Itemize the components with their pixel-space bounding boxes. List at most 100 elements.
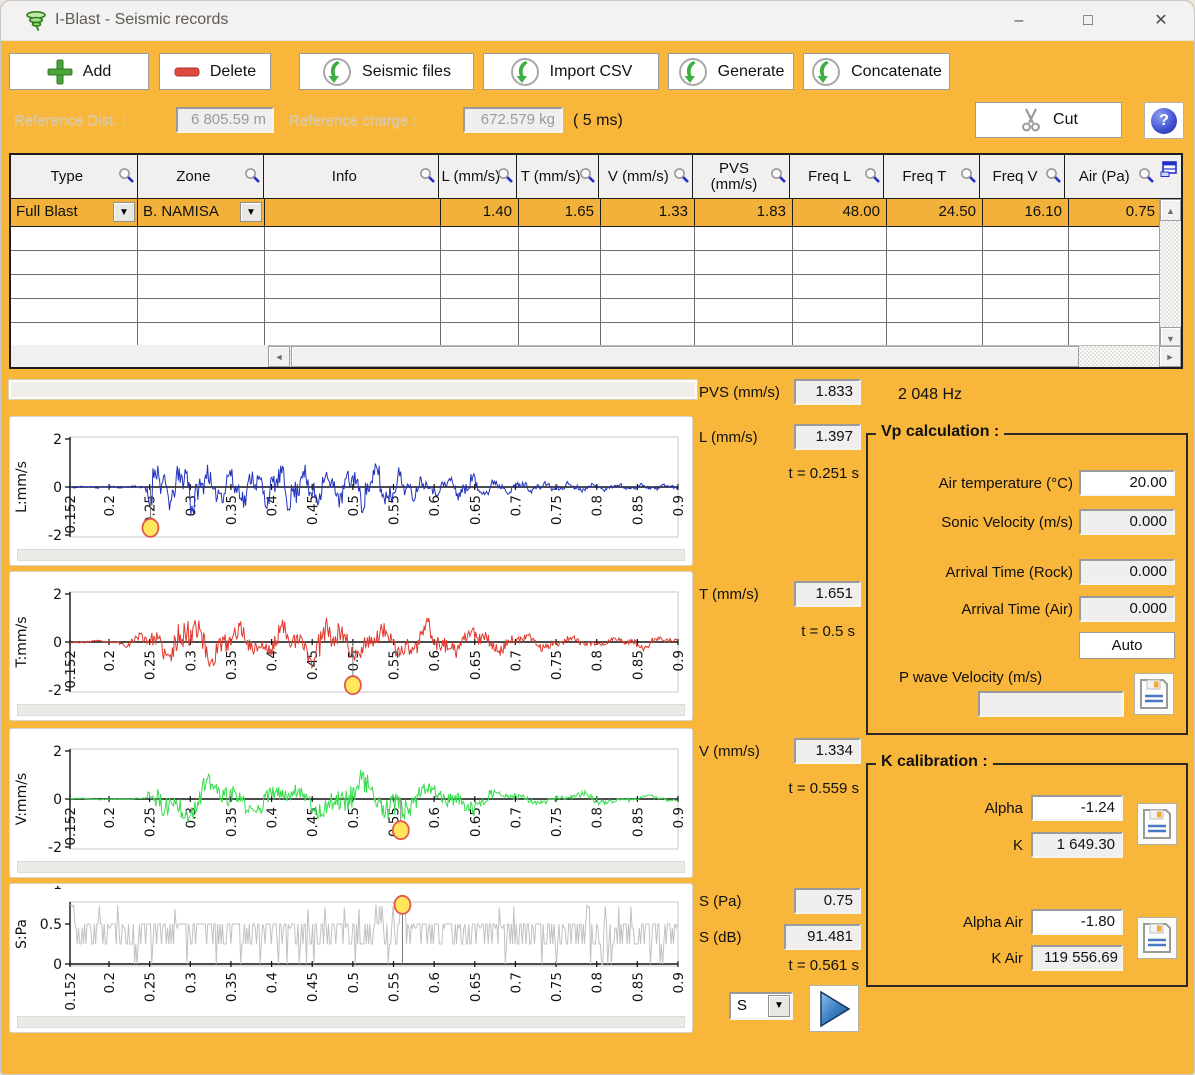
alpha-label: Alpha	[863, 800, 1023, 817]
column-header-freq-v[interactable]: Freq V	[980, 155, 1066, 198]
cell-info[interactable]	[265, 199, 441, 226]
channel-select[interactable]: S ▼	[729, 992, 793, 1020]
cell-t[interactable]: 1.65	[519, 199, 601, 226]
auto-button[interactable]: Auto	[1079, 632, 1175, 659]
reference-charge-field[interactable]: 672.579 kg	[463, 107, 563, 133]
table-row-empty[interactable]	[11, 251, 1181, 275]
save-k-air-button[interactable]	[1137, 917, 1177, 959]
l-field[interactable]: 1.397	[794, 424, 861, 450]
s-db-field[interactable]: 91.481	[784, 924, 861, 950]
pwave-field[interactable]	[978, 691, 1124, 717]
scroll-left-icon[interactable]: ◄	[268, 346, 290, 367]
search-icon[interactable]	[1138, 167, 1155, 184]
column-header-zone[interactable]: Zone	[138, 155, 265, 198]
svg-text:0.9: 0.9	[671, 650, 687, 671]
k-air-field[interactable]: 119 556.69	[1031, 945, 1123, 971]
t-field[interactable]: 1.651	[794, 581, 861, 607]
svg-text:0.2: 0.2	[102, 495, 118, 516]
close-button[interactable]: ✕	[1138, 5, 1184, 37]
column-header-air[interactable]: Air (Pa)	[1065, 155, 1157, 198]
chevron-down-icon[interactable]: ▼	[240, 202, 262, 222]
search-icon[interactable]	[960, 167, 977, 184]
column-header-type[interactable]: Type	[11, 155, 138, 198]
cursor-marker[interactable]	[345, 676, 361, 694]
cell-air[interactable]: 0.75	[1069, 199, 1161, 226]
cursor-marker[interactable]	[393, 821, 409, 839]
scroll-right-icon[interactable]: ►	[1159, 346, 1181, 367]
play-button[interactable]	[809, 985, 859, 1032]
column-header-t[interactable]: T (mm/s)	[517, 155, 599, 198]
search-icon[interactable]	[770, 167, 787, 184]
svg-text:0.4: 0.4	[265, 807, 281, 828]
search-icon[interactable]	[244, 167, 261, 184]
chevron-down-icon[interactable]: ▼	[768, 995, 790, 1017]
seismic-files-button[interactable]: Seismic files	[299, 53, 474, 90]
search-icon[interactable]	[118, 167, 135, 184]
chart-l-scrollbar[interactable]	[17, 549, 685, 561]
s-pa-field[interactable]: 0.75	[794, 888, 861, 914]
search-icon[interactable]	[497, 167, 514, 184]
horizontal-scroll-thumb[interactable]	[291, 346, 1079, 367]
cell-freq-l[interactable]: 48.00	[793, 199, 887, 226]
chart-t-plot[interactable]: T:mm/s20-20.1520.20.250.30.350.40.450.50…	[12, 574, 690, 707]
arrival-air-field[interactable]: 0.000	[1079, 596, 1175, 622]
table-row-empty[interactable]	[11, 323, 1181, 347]
table-row-empty[interactable]	[11, 299, 1181, 323]
sonic-velocity-field[interactable]: 0.000	[1079, 509, 1175, 535]
maximize-button[interactable]: □	[1065, 5, 1111, 37]
cell-freq-t[interactable]: 24.50	[887, 199, 983, 226]
v-field[interactable]: 1.334	[794, 738, 861, 764]
table-horizontal-scrollbar[interactable]: ◄ ►	[268, 345, 1181, 367]
search-icon[interactable]	[1045, 167, 1062, 184]
add-button[interactable]: Add	[9, 53, 149, 90]
import-csv-button[interactable]: Import CSV	[483, 53, 659, 90]
reference-dist-field[interactable]: 6 805.59 m	[176, 107, 274, 133]
air-temp-field[interactable]: 20.00	[1079, 470, 1175, 496]
chevron-down-icon[interactable]: ▼	[113, 202, 135, 222]
cell-v[interactable]: 1.33	[601, 199, 695, 226]
chart-v-plot[interactable]: V:mm/s20-20.1520.20.250.30.350.40.450.50…	[12, 731, 690, 864]
column-header-v[interactable]: V (mm/s)	[599, 155, 693, 198]
svg-text:0.8: 0.8	[590, 807, 606, 828]
search-icon[interactable]	[864, 167, 881, 184]
table-row-empty[interactable]	[11, 275, 1181, 299]
chart-l-plot[interactable]: L:mm/s20-20.1520.20.250.30.350.40.450.50…	[12, 419, 690, 552]
column-header-pvs[interactable]: PVS (mm/s)	[693, 155, 791, 198]
column-header-info[interactable]: Info	[264, 155, 439, 198]
cursor-marker[interactable]	[394, 896, 410, 914]
concatenate-button[interactable]: Concatenate	[803, 53, 950, 90]
generate-button[interactable]: Generate	[668, 53, 794, 90]
minimize-button[interactable]: –	[996, 5, 1042, 37]
table-row-selected[interactable]: Full Blast▼ B. NAMISA▼ 1.40 1.65 1.33 1.…	[11, 199, 1181, 227]
cursor-marker[interactable]	[142, 519, 158, 537]
alpha-field[interactable]: -1.24	[1031, 795, 1123, 821]
chart-s-plot[interactable]: S:Pa10.500.1520.20.250.30.350.40.450.50.…	[12, 886, 690, 1034]
cell-zone[interactable]: B. NAMISA▼	[138, 199, 265, 226]
chart-t-scrollbar[interactable]	[17, 704, 685, 716]
cell-freq-v[interactable]: 16.10	[983, 199, 1069, 226]
cell-type[interactable]: Full Blast▼	[11, 199, 138, 226]
save-k-button[interactable]	[1137, 803, 1177, 845]
column-header-l[interactable]: L (mm/s)	[439, 155, 517, 198]
search-icon[interactable]	[673, 167, 690, 184]
table-menu-icon[interactable]	[1160, 160, 1178, 178]
k-field[interactable]: 1 649.30	[1031, 832, 1123, 858]
search-icon[interactable]	[419, 167, 436, 184]
table-row-empty[interactable]	[11, 227, 1181, 251]
arrival-rock-field[interactable]: 0.000	[1079, 559, 1175, 585]
cut-button[interactable]: Cut	[975, 102, 1122, 138]
help-button[interactable]: ?	[1144, 102, 1184, 139]
chart-s-scrollbar[interactable]	[17, 1016, 685, 1028]
cell-l[interactable]: 1.40	[441, 199, 519, 226]
search-icon[interactable]	[579, 167, 596, 184]
delete-button[interactable]: Delete	[159, 53, 271, 90]
pvs-field[interactable]: 1.833	[794, 379, 861, 405]
chart-v-scrollbar[interactable]	[17, 861, 685, 873]
alpha-air-field[interactable]: -1.80	[1031, 909, 1123, 935]
column-header-freq-l[interactable]: Freq L	[790, 155, 884, 198]
column-header-freq-t[interactable]: Freq T	[884, 155, 980, 198]
table-vertical-scrollbar[interactable]: ▲ ▼	[1159, 199, 1181, 349]
cell-pvs[interactable]: 1.83	[695, 199, 793, 226]
save-pwave-button[interactable]	[1134, 673, 1174, 715]
scroll-up-icon[interactable]: ▲	[1160, 199, 1181, 221]
